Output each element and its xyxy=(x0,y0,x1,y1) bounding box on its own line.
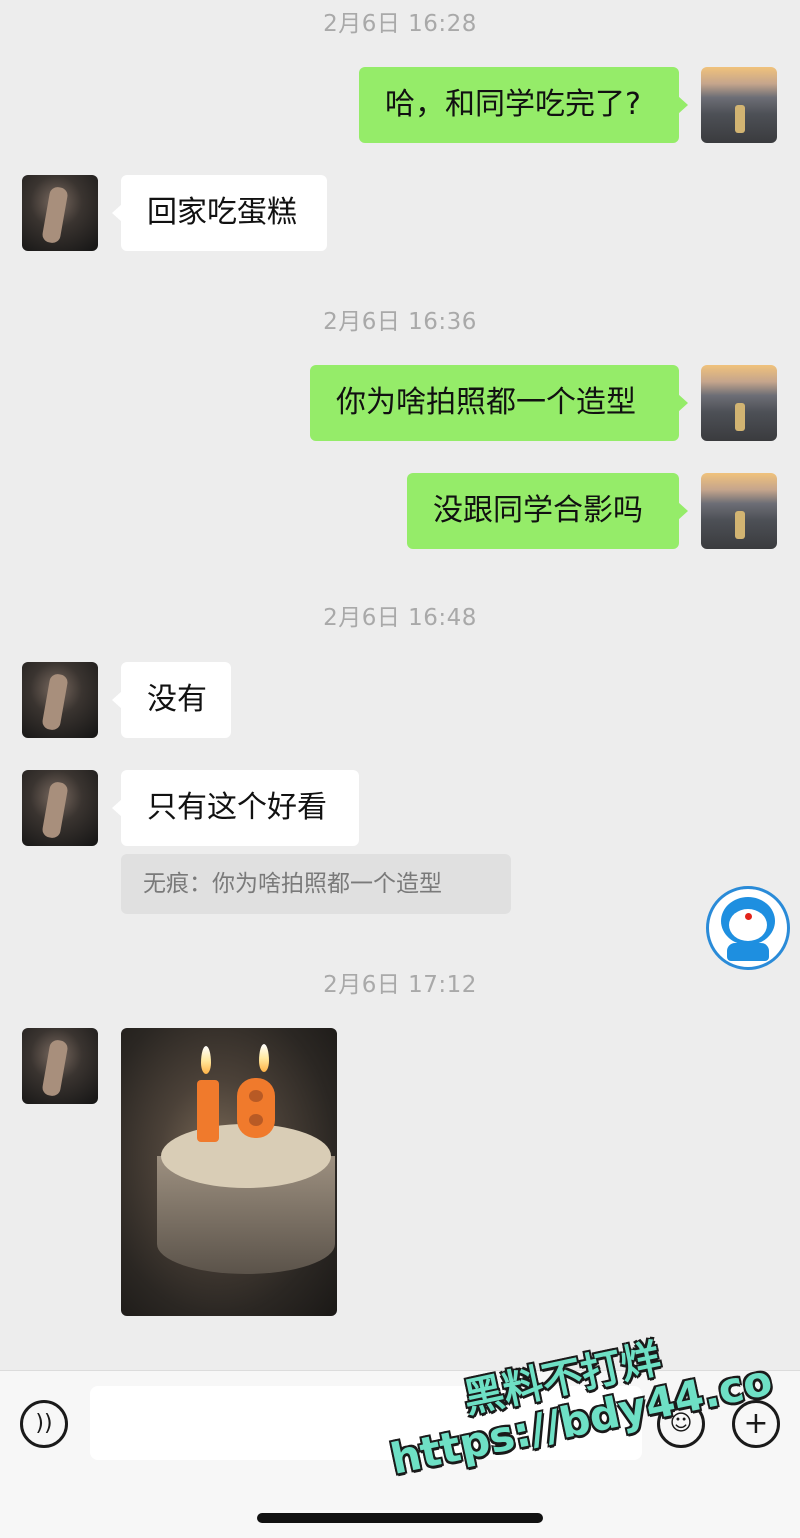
outgoing-message[interactable]: 你为啥拍照都一个造型 xyxy=(310,365,688,441)
incoming-message[interactable]: 回家吃蛋糕 xyxy=(112,175,327,251)
candle-one xyxy=(197,1080,219,1142)
input-bar: )) ☺ + xyxy=(0,1370,800,1538)
home-indicator xyxy=(257,1513,543,1523)
self-avatar[interactable] xyxy=(701,365,777,441)
candle-flame xyxy=(259,1044,269,1072)
message-input[interactable] xyxy=(90,1386,642,1460)
doraemon-body xyxy=(727,943,769,961)
quoted-reply[interactable]: 无痕：你为啥拍照都一个造型 xyxy=(121,854,511,914)
timestamp: 2月6日 16:36 xyxy=(323,309,477,335)
outgoing-message[interactable]: 没跟同学合影吗 xyxy=(407,473,688,549)
image-message[interactable] xyxy=(121,1028,337,1316)
doraemon-face xyxy=(721,897,775,945)
incoming-message[interactable]: 没有 xyxy=(112,662,231,738)
emoji-icon[interactable]: ☺ xyxy=(657,1400,705,1448)
candle-eight xyxy=(237,1078,275,1138)
voice-icon[interactable]: )) xyxy=(20,1400,68,1448)
candle-flame xyxy=(201,1046,211,1074)
contact-avatar[interactable] xyxy=(22,175,98,251)
contact-avatar[interactable] xyxy=(22,662,98,738)
self-avatar[interactable] xyxy=(701,67,777,143)
timestamp: 2月6日 16:28 xyxy=(323,11,477,37)
chat-area[interactable]: 2月6日 16:28 哈，和同学吃完了? 回家吃蛋糕 2月6日 16:36 你为… xyxy=(0,0,800,1370)
incoming-message[interactable]: 只有这个好看 xyxy=(112,770,359,846)
outgoing-message[interactable]: 哈，和同学吃完了? xyxy=(359,67,688,143)
contact-avatar[interactable] xyxy=(22,1028,98,1104)
timestamp: 2月6日 16:48 xyxy=(323,605,477,631)
contact-avatar[interactable] xyxy=(22,770,98,846)
doraemon-icon[interactable] xyxy=(706,886,790,970)
self-avatar[interactable] xyxy=(701,473,777,549)
timestamp: 2月6日 17:12 xyxy=(323,972,477,998)
plus-icon[interactable]: + xyxy=(732,1400,780,1448)
